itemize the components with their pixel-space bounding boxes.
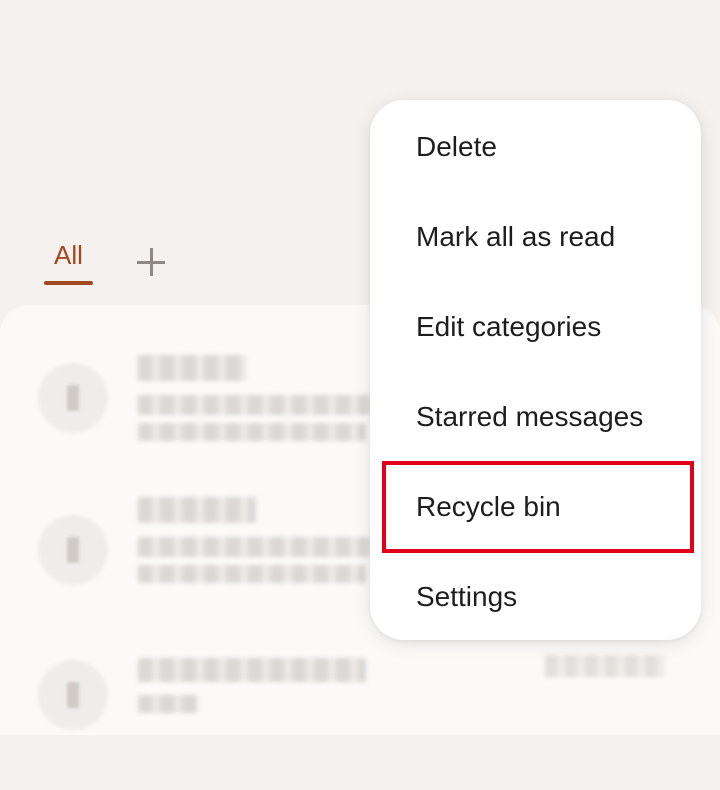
menu-item-recycle-bin[interactable]: Recycle bin [370,462,701,552]
category-tabs: All [44,240,167,285]
list-item-preview-blurred [138,537,370,557]
list-item-title-blurred [138,355,246,381]
menu-item-settings[interactable]: Settings [370,552,701,642]
plus-icon[interactable] [136,248,167,278]
avatar [38,515,108,585]
tab-all[interactable]: All [44,240,93,285]
list-item-preview-blurred [138,423,366,441]
list-item-preview-blurred [138,565,366,583]
menu-item-mark-all-as-read[interactable]: Mark all as read [370,192,701,282]
menu-item-starred-messages[interactable]: Starred messages [370,372,701,462]
list-item-date-blurred [545,655,665,677]
list-item-title-blurred [138,658,366,682]
list-item-title-blurred [138,497,256,523]
list-item-preview-blurred [138,395,370,415]
menu-item-edit-categories[interactable]: Edit categories [370,282,701,372]
avatar [38,363,108,433]
overflow-menu: Delete Mark all as read Edit categories … [370,100,701,640]
list-item[interactable] [0,640,720,790]
menu-item-delete[interactable]: Delete [370,102,701,192]
list-item-preview-blurred [138,695,198,713]
